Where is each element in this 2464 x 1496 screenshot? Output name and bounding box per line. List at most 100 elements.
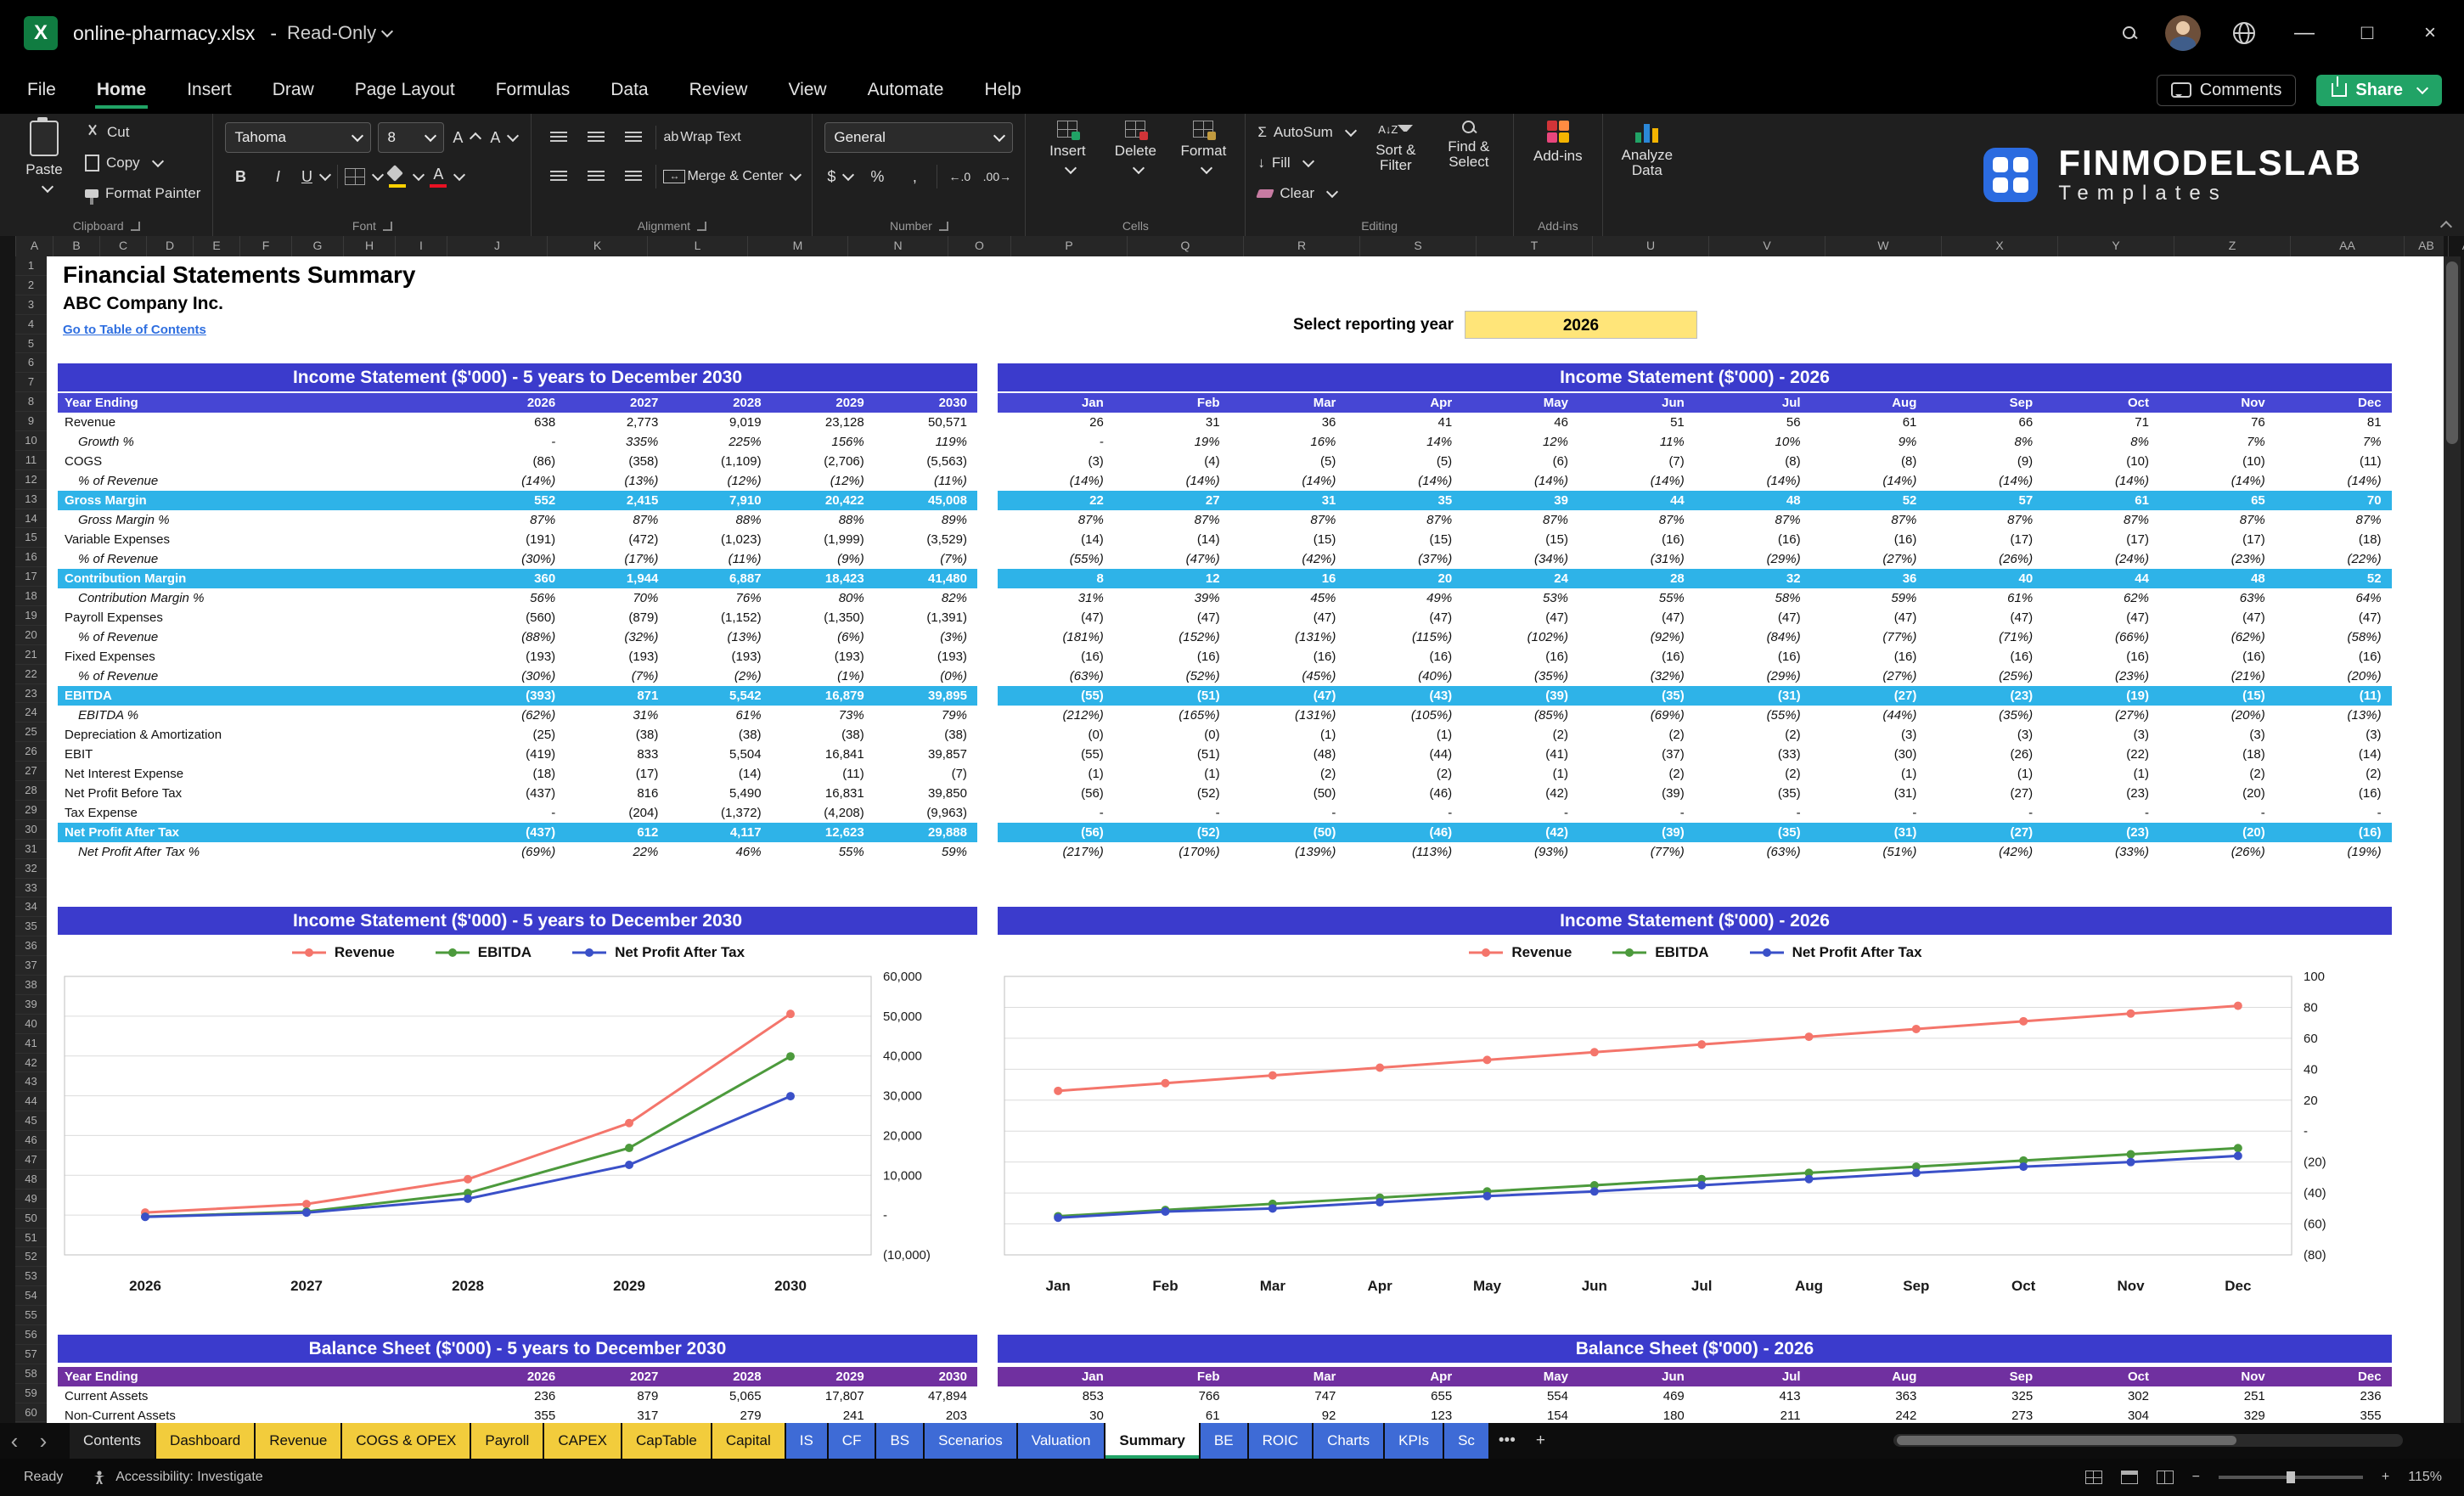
zoom-level[interactable]: 115% [2408, 1470, 2442, 1485]
cell[interactable]: 48 [2159, 569, 2276, 588]
cell[interactable]: (46) [1346, 823, 1462, 842]
cell[interactable]: Feb [1114, 1367, 1230, 1386]
cell[interactable]: 28 [1578, 569, 1695, 588]
cell[interactable]: (11%) [875, 471, 977, 491]
cell[interactable]: 7% [2276, 432, 2392, 452]
cell[interactable]: 5,490 [668, 784, 771, 803]
row-header-41[interactable]: 41 [15, 1034, 47, 1054]
cell[interactable]: 48 [1695, 491, 1811, 510]
cell[interactable]: % of Revenue [58, 666, 463, 686]
cell[interactable]: (88%) [463, 627, 565, 647]
horizontal-scrollbar[interactable] [1893, 1434, 2403, 1447]
cell[interactable]: 70 [2276, 491, 2392, 510]
row-header-25[interactable]: 25 [15, 723, 47, 743]
row-header-40[interactable]: 40 [15, 1015, 47, 1034]
cell[interactable]: 154 [1462, 1406, 1578, 1423]
cell[interactable]: Feb [1114, 393, 1230, 413]
align-left-button[interactable] [543, 162, 574, 191]
cell[interactable]: (17) [2159, 530, 2276, 549]
cell[interactable]: (14%) [998, 471, 1114, 491]
row-header-23[interactable]: 23 [15, 684, 47, 704]
menu-item-home[interactable]: Home [95, 75, 148, 105]
cell[interactable]: (139%) [1230, 842, 1347, 862]
cell[interactable]: (7) [875, 764, 977, 784]
column-header-AC[interactable]: AC [2449, 236, 2464, 256]
cell[interactable]: (2) [1230, 764, 1347, 784]
cell[interactable]: (23) [1927, 686, 2043, 706]
row-header-37[interactable]: 37 [15, 956, 47, 976]
cell[interactable]: 57 [1927, 491, 2043, 510]
cell[interactable]: (55%) [998, 549, 1114, 569]
format-cells-button[interactable]: Format [1173, 121, 1233, 214]
zoom-slider-knob[interactable] [2286, 1471, 2295, 1483]
row-header-44[interactable]: 44 [15, 1092, 47, 1112]
zoom-slider[interactable] [2218, 1471, 2363, 1483]
chart-plot[interactable]: (10,000) - 10,000 20,000 30,000 40,000 50,000 6… [58, 968, 977, 1309]
cell[interactable]: 335% [565, 432, 668, 452]
cell[interactable]: 20 [1346, 569, 1462, 588]
cell[interactable]: (23) [2043, 823, 2159, 842]
column-header-Y[interactable]: Y [2058, 236, 2174, 256]
decrease-font-button[interactable]: A [488, 123, 520, 152]
row-header-55[interactable]: 55 [15, 1306, 47, 1325]
paste-button[interactable]: Paste [12, 117, 76, 214]
increase-font-button[interactable]: A [451, 123, 482, 152]
read-only-toggle[interactable]: Read-Only [287, 22, 394, 44]
row-header-10[interactable]: 10 [15, 431, 47, 451]
cell[interactable]: 12 [1114, 569, 1230, 588]
cell[interactable]: 304 [2043, 1406, 2159, 1423]
cell[interactable]: Nov [2159, 393, 2276, 413]
cell[interactable]: (51) [1114, 686, 1230, 706]
cell[interactable]: (27) [1811, 686, 1927, 706]
cell[interactable]: 554 [1462, 1386, 1578, 1406]
cell[interactable]: (30) [1811, 745, 1927, 764]
cell[interactable]: (16) [2159, 647, 2276, 666]
cell[interactable]: 44 [2043, 569, 2159, 588]
cell[interactable]: (38) [565, 725, 668, 745]
cell[interactable]: 236 [2276, 1386, 2392, 1406]
table-of-contents-link[interactable]: Go to Table of Contents [63, 323, 206, 337]
cell[interactable]: (10) [2043, 452, 2159, 471]
italic-button[interactable]: I [262, 162, 293, 191]
cell[interactable]: 871 [565, 686, 668, 706]
cell[interactable]: 71 [2043, 413, 2159, 432]
cell[interactable]: (27) [1927, 784, 2043, 803]
cell[interactable]: (55) [998, 686, 1114, 706]
cell[interactable]: 87% [2276, 510, 2392, 530]
cell[interactable]: 2028 [668, 393, 771, 413]
cell[interactable]: (1) [1114, 764, 1230, 784]
cell[interactable]: (14%) [1695, 471, 1811, 491]
cell[interactable]: 45,008 [875, 491, 977, 510]
menu-item-draw[interactable]: Draw [271, 75, 316, 105]
row-header-26[interactable]: 26 [15, 742, 47, 762]
row-header-2[interactable]: 2 [15, 276, 47, 295]
cell[interactable]: (47) [1695, 608, 1811, 627]
cell[interactable]: 87% [1811, 510, 1927, 530]
cell[interactable]: 325 [1927, 1386, 2043, 1406]
align-center-button[interactable] [581, 162, 611, 191]
cell[interactable]: (472) [565, 530, 668, 549]
underline-button[interactable]: U [300, 162, 332, 191]
cell[interactable]: (31%) [1578, 549, 1695, 569]
merge-center-button[interactable]: ↔ Merge & Center [663, 162, 802, 191]
cell[interactable]: (152%) [1114, 627, 1230, 647]
cell[interactable]: 2026 [463, 393, 565, 413]
cell[interactable]: (16) [2276, 784, 2392, 803]
cell[interactable]: (5) [1346, 452, 1462, 471]
cell[interactable]: (2,706) [772, 452, 875, 471]
cell[interactable]: (2) [1462, 725, 1578, 745]
cell[interactable]: - [1695, 803, 1811, 823]
cell[interactable]: 31 [1230, 491, 1347, 510]
row-header-11[interactable]: 11 [15, 451, 47, 470]
cell[interactable]: 355 [463, 1406, 565, 1423]
cell[interactable]: (41) [1462, 745, 1578, 764]
cell[interactable]: (14%) [2043, 471, 2159, 491]
cell[interactable]: (37%) [1346, 549, 1462, 569]
cell[interactable]: 61% [1927, 588, 2043, 608]
cell[interactable]: May [1462, 393, 1578, 413]
cell[interactable]: (26%) [1927, 549, 2043, 569]
cell[interactable]: (27%) [1811, 666, 1927, 686]
cell[interactable]: 747 [1230, 1386, 1347, 1406]
column-header-V[interactable]: V [1709, 236, 1825, 256]
cell[interactable]: (56) [998, 784, 1114, 803]
